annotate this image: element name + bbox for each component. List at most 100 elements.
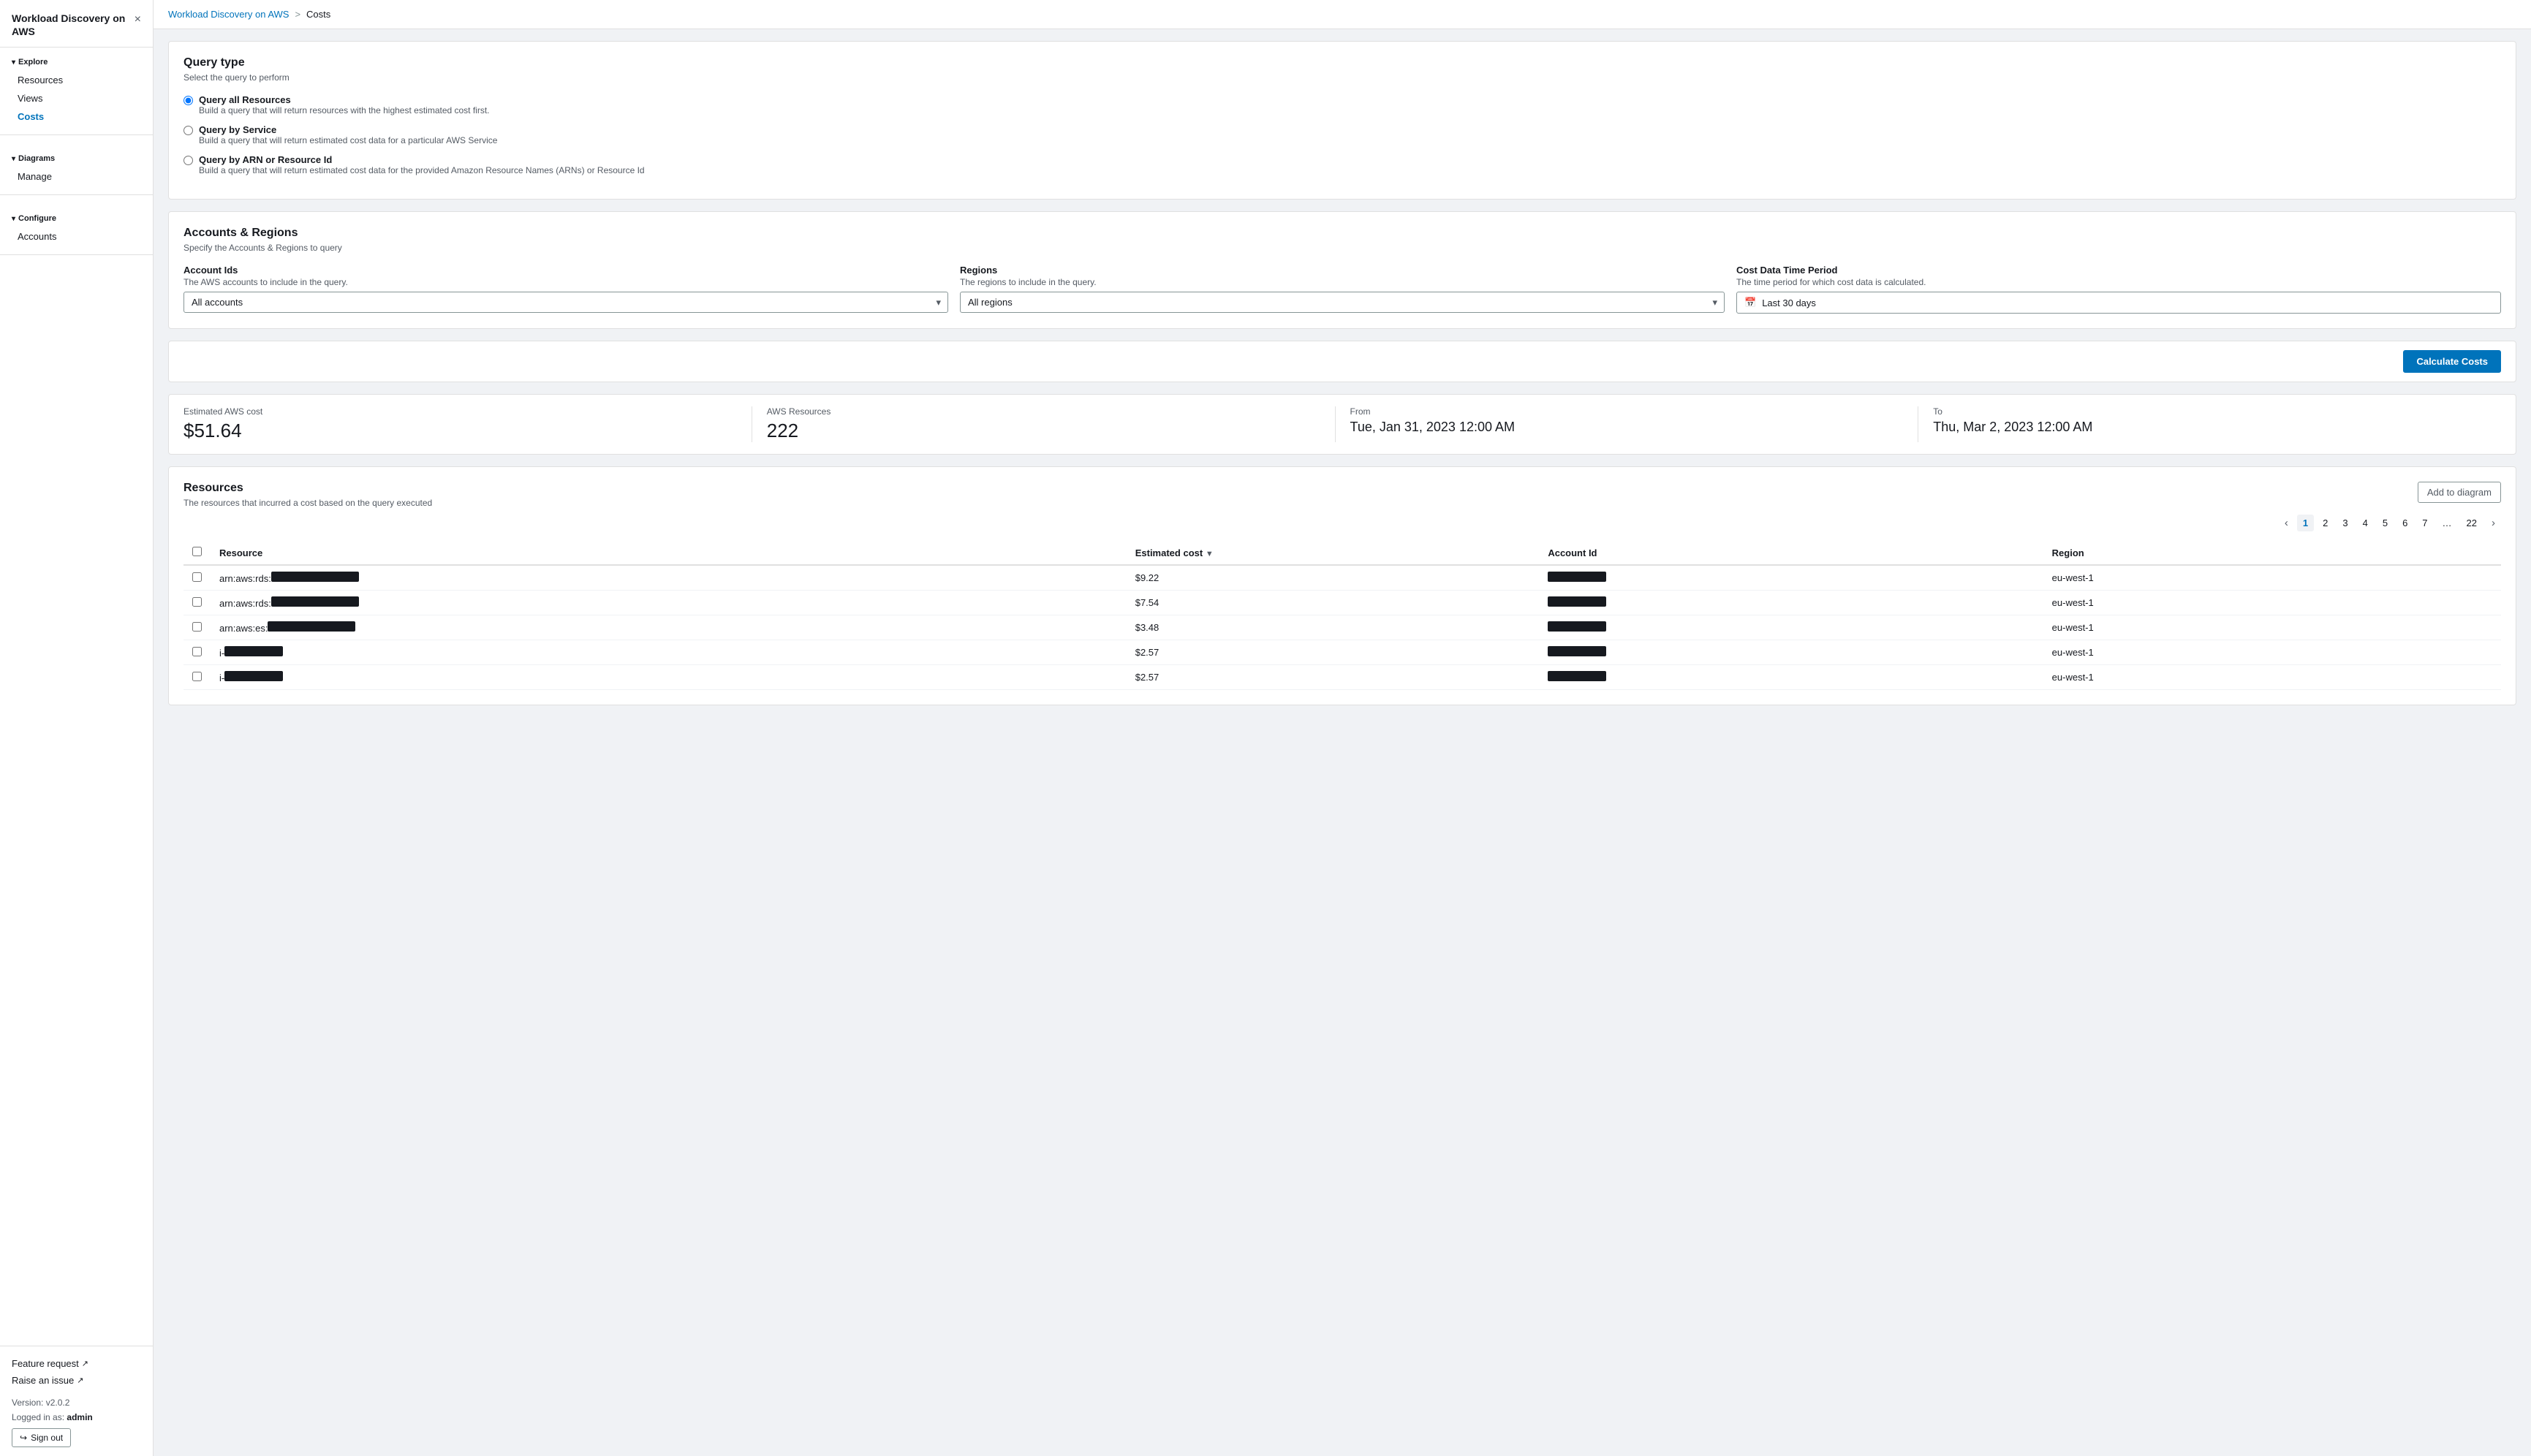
row-cost-3: $2.57 [1127,640,1540,665]
sidebar-header: Workload Discovery on AWS × [0,0,153,48]
row-checkbox-0[interactable] [192,572,202,582]
row-account-4 [1539,665,2043,690]
page-button-5[interactable]: 5 [2377,515,2394,531]
row-checkbox-3[interactable] [192,647,202,656]
sort-icon: ▼ [1206,550,1214,558]
resources-header: Resources The resources that incurred a … [184,482,2501,508]
row-cost-0: $9.22 [1127,565,1540,591]
page-button-2[interactable]: 2 [2317,515,2334,531]
form-row: Account Ids The AWS accounts to include … [184,265,2501,314]
resource-redacted-3 [224,646,283,656]
cost-period-field: Cost Data Time Period The time period fo… [1736,265,2501,314]
account-ids-desc: The AWS accounts to include in the query… [184,277,948,287]
stat-resources-label: AWS Resources [767,406,1320,417]
action-row: Calculate Costs [168,341,2516,382]
stat-resources-value: 222 [767,420,1320,442]
row-checkbox-cell[interactable] [184,640,211,665]
page-button-6[interactable]: 6 [2396,515,2413,531]
row-checkbox-cell[interactable] [184,565,211,591]
select-all-checkbox[interactable] [192,547,202,556]
row-account-0 [1539,565,2043,591]
raise-issue-link[interactable]: Raise an issue ↗ [12,1372,141,1389]
resource-prefix-3: i- [219,648,224,659]
th-estimated-cost[interactable]: Estimated cost ▼ [1127,541,1540,565]
resource-prefix-2: arn:aws:es: [219,623,268,634]
add-to-diagram-button[interactable]: Add to diagram [2418,482,2501,503]
row-checkbox-cell[interactable] [184,665,211,690]
th-select-all[interactable] [184,541,211,565]
regions-select[interactable]: All regions [960,292,1725,313]
radio-service-desc: Build a query that will return estimated… [199,135,497,145]
resource-prefix-0: arn:aws:rds: [219,573,271,584]
calculate-costs-button[interactable]: Calculate Costs [2403,350,2501,373]
cost-period-value: Last 30 days [1762,297,1816,308]
account-redacted-3 [1548,646,1606,656]
row-checkbox-1[interactable] [192,597,202,607]
account-redacted-0 [1548,572,1606,582]
row-resource-4: i- [211,665,1127,690]
row-region-4: eu-west-1 [2043,665,2501,690]
pagination-prev[interactable]: ‹ [2279,514,2294,532]
table-row: arn:aws:rds: $7.54 eu-west-1 [184,591,2501,615]
resource-redacted-1 [271,596,359,607]
query-type-title: Query type [184,56,2501,69]
account-ids-select[interactable]: All accounts [184,292,948,313]
pagination: ‹ 1 2 3 4 5 6 7 … 22 › [184,514,2501,532]
sidebar: Workload Discovery on AWS × Explore Reso… [0,0,154,1456]
breadcrumb-parent[interactable]: Workload Discovery on AWS [168,9,289,20]
resources-title: Resources [184,482,432,495]
table-row: arn:aws:es: $3.48 eu-west-1 [184,615,2501,640]
radio-arn-desc: Build a query that will return estimated… [199,165,645,175]
row-resource-1: arn:aws:rds: [211,591,1127,615]
accounts-regions-card: Accounts & Regions Specify the Accounts … [168,211,2516,329]
resources-table: Resource Estimated cost ▼ Account Id Reg… [184,541,2501,690]
stat-estimated-cost-value: $51.64 [184,420,737,442]
regions-select-wrapper[interactable]: All regions ▾ [960,292,1725,313]
close-icon[interactable]: × [135,13,141,26]
sidebar-item-accounts[interactable]: Accounts [0,227,153,246]
radio-all-desc: Build a query that will return resources… [199,105,490,115]
table-row: i- $2.57 eu-west-1 [184,665,2501,690]
row-checkbox-cell[interactable] [184,591,211,615]
cost-period-desc: The time period for which cost data is c… [1736,277,2501,287]
row-checkbox-2[interactable] [192,622,202,632]
page-button-3[interactable]: 3 [2337,515,2353,531]
table-row: arn:aws:rds: $9.22 eu-west-1 [184,565,2501,591]
cost-period-input[interactable]: 📅 Last 30 days [1736,292,2501,314]
regions-field: Regions The regions to include in the qu… [960,265,1725,314]
stats-card: Estimated AWS cost $51.64 AWS Resources … [168,394,2516,455]
sidebar-item-manage[interactable]: Manage [0,167,153,186]
account-redacted-4 [1548,671,1606,681]
breadcrumb-separator: > [295,9,300,20]
accounts-regions-title: Accounts & Regions [184,227,2501,240]
sidebar-item-costs[interactable]: Costs [0,107,153,126]
sign-out-button[interactable]: ↪ Sign out [12,1428,71,1447]
page-button-1[interactable]: 1 [2297,515,2314,531]
row-cost-4: $2.57 [1127,665,1540,690]
query-type-card: Query type Select the query to perform Q… [168,41,2516,200]
accounts-regions-subtitle: Specify the Accounts & Regions to query [184,243,2501,253]
row-account-3 [1539,640,2043,665]
row-resource-0: arn:aws:rds: [211,565,1127,591]
radio-all-label: Query all Resources [199,94,490,105]
page-button-22[interactable]: 22 [2461,515,2483,531]
stat-estimated-cost: Estimated AWS cost $51.64 [184,406,752,442]
stat-resources: AWS Resources 222 [752,406,1335,442]
row-checkbox-cell[interactable] [184,615,211,640]
radio-query-service[interactable] [184,126,193,135]
row-checkbox-4[interactable] [192,672,202,681]
sidebar-item-views[interactable]: Views [0,89,153,107]
row-cost-1: $7.54 [1127,591,1540,615]
radio-option-all: Query all Resources Build a query that w… [184,94,2501,115]
page-button-4[interactable]: 4 [2357,515,2374,531]
feature-request-link[interactable]: Feature request ↗ [12,1355,141,1372]
radio-query-all[interactable] [184,96,193,105]
radio-query-arn[interactable] [184,156,193,165]
pagination-next[interactable]: › [2486,514,2501,532]
row-region-1: eu-west-1 [2043,591,2501,615]
account-ids-field: Account Ids The AWS accounts to include … [184,265,948,314]
sidebar-item-resources[interactable]: Resources [0,71,153,89]
account-ids-select-wrapper[interactable]: All accounts ▾ [184,292,948,313]
stat-from-label: From [1350,406,1904,417]
page-button-7[interactable]: 7 [2416,515,2433,531]
